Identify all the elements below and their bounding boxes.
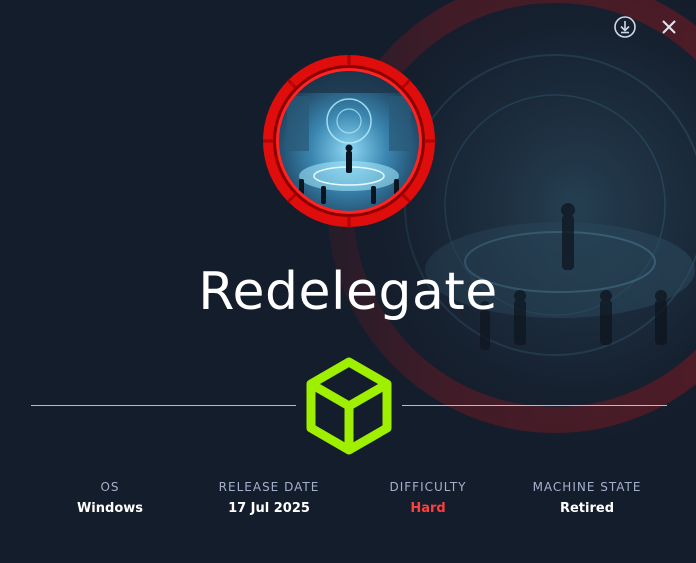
info-machine-state: MACHINE STATE Retired <box>507 480 667 516</box>
download-button[interactable] <box>612 14 638 40</box>
machine-avatar <box>259 51 439 231</box>
info-value: Retired <box>559 501 615 516</box>
window-actions <box>612 14 682 40</box>
info-label: OS <box>100 480 120 494</box>
divider-left <box>31 405 296 406</box>
close-button[interactable] <box>656 14 682 40</box>
info-difficulty: DIFFICULTY Hard <box>348 480 508 516</box>
info-label: MACHINE STATE <box>532 480 642 494</box>
close-icon <box>662 20 676 34</box>
download-icon <box>614 16 636 38</box>
machine-name: Redelegate <box>198 262 498 322</box>
info-label: RELEASE DATE <box>218 480 320 494</box>
divider-right <box>402 405 667 406</box>
difficulty-value: Hard <box>410 501 446 516</box>
info-value: 17 Jul 2025 <box>228 501 310 516</box>
info-os: OS Windows <box>30 480 190 516</box>
info-release-date: RELEASE DATE 17 Jul 2025 <box>189 480 349 516</box>
cube-icon <box>303 356 395 456</box>
info-label: DIFFICULTY <box>389 480 467 494</box>
info-value: Windows <box>76 501 144 516</box>
